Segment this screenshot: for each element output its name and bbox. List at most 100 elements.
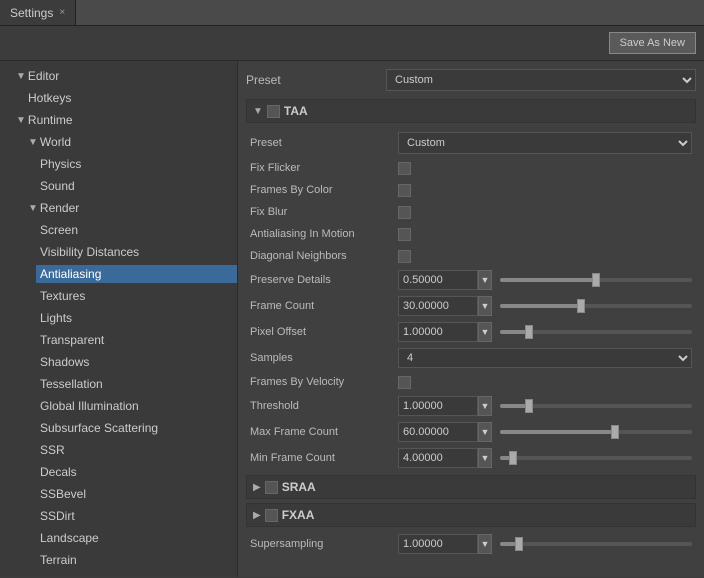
supersampling-spin-down[interactable]: ▼ xyxy=(478,534,492,554)
pixel-offset-control: ▼ xyxy=(398,322,692,342)
sidebar-label-sound: Sound xyxy=(40,179,75,193)
threshold-spinner: ▼ xyxy=(398,396,492,416)
sidebar-label-textures: Textures xyxy=(40,289,85,303)
threshold-spin-down[interactable]: ▼ xyxy=(478,396,492,416)
sidebar-label-landscape: Landscape xyxy=(40,531,99,545)
sidebar-label-water: Water xyxy=(40,575,72,577)
sidebar-label-global-illumination: Global Illumination xyxy=(40,399,139,413)
top-preset-dropdown[interactable]: Custom xyxy=(386,69,696,91)
fxaa-checkbox[interactable] xyxy=(265,509,278,522)
supersampling-control: ▼ xyxy=(398,534,692,554)
taa-checkbox[interactable] xyxy=(267,105,280,118)
sidebar-item-decals[interactable]: Decals xyxy=(0,461,237,483)
fix-flicker-checkbox[interactable] xyxy=(398,162,411,175)
fix-blur-checkbox[interactable] xyxy=(398,206,411,219)
frame-count-label: Frame Count xyxy=(250,300,398,312)
sidebar-item-subsurface[interactable]: Subsurface Scattering xyxy=(0,417,237,439)
threshold-slider[interactable] xyxy=(500,404,692,408)
threshold-row: Threshold ▼ xyxy=(250,393,692,419)
preserve-details-label: Preserve Details xyxy=(250,274,398,286)
preserve-details-slider[interactable] xyxy=(500,278,692,282)
sidebar-item-runtime[interactable]: ▼ Runtime xyxy=(0,109,237,131)
sidebar-item-transparent[interactable]: Transparent xyxy=(0,329,237,351)
frame-count-row: Frame Count ▼ xyxy=(250,293,692,319)
sidebar-item-sound[interactable]: Sound xyxy=(0,175,237,197)
frames-by-color-row: Frames By Color xyxy=(250,179,692,201)
sraa-arrow-icon[interactable]: ▶ xyxy=(253,482,261,493)
pixel-offset-spin-down[interactable]: ▼ xyxy=(478,322,492,342)
min-frame-count-label: Min Frame Count xyxy=(250,452,398,464)
frame-count-slider[interactable] xyxy=(500,304,692,308)
sraa-section-header[interactable]: ▶ SRAA xyxy=(246,475,696,499)
tab-close-icon[interactable]: × xyxy=(59,7,65,18)
sidebar-item-ssr[interactable]: SSR xyxy=(0,439,237,461)
sidebar-item-editor[interactable]: ▼ Editor xyxy=(0,65,237,87)
top-preset-row: Preset Custom xyxy=(246,69,696,91)
sidebar-item-hotkeys[interactable]: Hotkeys xyxy=(0,87,237,109)
pixel-offset-input[interactable] xyxy=(398,322,478,342)
sidebar-item-tessellation[interactable]: Tessellation xyxy=(0,373,237,395)
sidebar-item-landscape[interactable]: Landscape xyxy=(0,527,237,549)
max-frame-count-slider[interactable] xyxy=(500,430,692,434)
supersampling-thumb xyxy=(515,537,523,551)
pixel-offset-slider[interactable] xyxy=(500,330,692,334)
sidebar-item-terrain[interactable]: Terrain xyxy=(0,549,237,571)
sidebar-item-textures[interactable]: Textures xyxy=(0,285,237,307)
arrow-render-icon: ▼ xyxy=(28,203,38,214)
sidebar-item-lights[interactable]: Lights xyxy=(0,307,237,329)
max-frame-count-spin-down[interactable]: ▼ xyxy=(478,422,492,442)
taa-section-header[interactable]: ▼ TAA xyxy=(246,99,696,123)
sidebar-item-global-illumination[interactable]: Global Illumination xyxy=(0,395,237,417)
sidebar-label-ssbevel: SSBevel xyxy=(40,487,86,501)
fxaa-section-header[interactable]: ▶ FXAA xyxy=(246,503,696,527)
diagonal-checkbox[interactable] xyxy=(398,250,411,263)
supersampling-slider[interactable] xyxy=(500,542,692,546)
preserve-details-fill xyxy=(500,278,596,282)
max-frame-count-input[interactable] xyxy=(398,422,478,442)
sidebar-item-visibility[interactable]: Visibility Distances xyxy=(0,241,237,263)
sidebar-item-world[interactable]: ▼ World xyxy=(0,131,237,153)
sidebar-item-shadows[interactable]: Shadows xyxy=(0,351,237,373)
settings-tab[interactable]: Settings × xyxy=(0,0,76,25)
min-frame-count-input[interactable] xyxy=(398,448,478,468)
fix-flicker-label: Fix Flicker xyxy=(250,162,398,174)
preserve-details-control: ▼ xyxy=(398,270,692,290)
threshold-control: ▼ xyxy=(398,396,692,416)
frame-count-input[interactable] xyxy=(398,296,478,316)
frames-by-color-checkbox[interactable] xyxy=(398,184,411,197)
sidebar-item-ssbevel[interactable]: SSBevel xyxy=(0,483,237,505)
sidebar-label-subsurface: Subsurface Scattering xyxy=(40,421,158,435)
fxaa-arrow-icon[interactable]: ▶ xyxy=(253,510,261,521)
min-frame-count-slider[interactable] xyxy=(500,456,692,460)
antialiasing-motion-control xyxy=(398,228,692,241)
save-as-new-button[interactable]: Save As New xyxy=(609,32,696,54)
threshold-input[interactable] xyxy=(398,396,478,416)
preserve-details-spin-down[interactable]: ▼ xyxy=(478,270,492,290)
frame-count-fill xyxy=(500,304,581,308)
sidebar-item-antialiasing[interactable]: Antialiasing xyxy=(0,263,237,285)
min-frame-count-spinner: ▼ xyxy=(398,448,492,468)
pixel-offset-thumb xyxy=(525,325,533,339)
min-frame-count-spin-down[interactable]: ▼ xyxy=(478,448,492,468)
sidebar: ▼ Editor Hotkeys ▼ Runtime ▼ World Physi… xyxy=(0,61,238,577)
sidebar-item-ssdirt[interactable]: SSDirt xyxy=(0,505,237,527)
samples-dropdown[interactable]: 4 xyxy=(398,348,692,368)
frame-count-spin-down[interactable]: ▼ xyxy=(478,296,492,316)
sidebar-item-physics[interactable]: Physics xyxy=(0,153,237,175)
sraa-checkbox[interactable] xyxy=(265,481,278,494)
sidebar-label-shadows: Shadows xyxy=(40,355,89,369)
antialiasing-motion-checkbox[interactable] xyxy=(398,228,411,241)
supersampling-input[interactable] xyxy=(398,534,478,554)
pixel-offset-label: Pixel Offset xyxy=(250,326,398,338)
sidebar-label-transparent: Transparent xyxy=(40,333,104,347)
sidebar-item-screen[interactable]: Screen xyxy=(0,219,237,241)
taa-arrow-icon[interactable]: ▼ xyxy=(253,106,263,117)
sidebar-item-render[interactable]: ▼ Render xyxy=(0,197,237,219)
sidebar-item-water[interactable]: Water xyxy=(0,571,237,577)
main-layout: ▼ Editor Hotkeys ▼ Runtime ▼ World Physi… xyxy=(0,61,704,577)
frames-by-velocity-checkbox[interactable] xyxy=(398,376,411,389)
min-frame-count-thumb xyxy=(509,451,517,465)
sidebar-label-tessellation: Tessellation xyxy=(40,377,103,391)
taa-preset-dropdown[interactable]: Custom xyxy=(398,132,692,154)
preserve-details-input[interactable] xyxy=(398,270,478,290)
